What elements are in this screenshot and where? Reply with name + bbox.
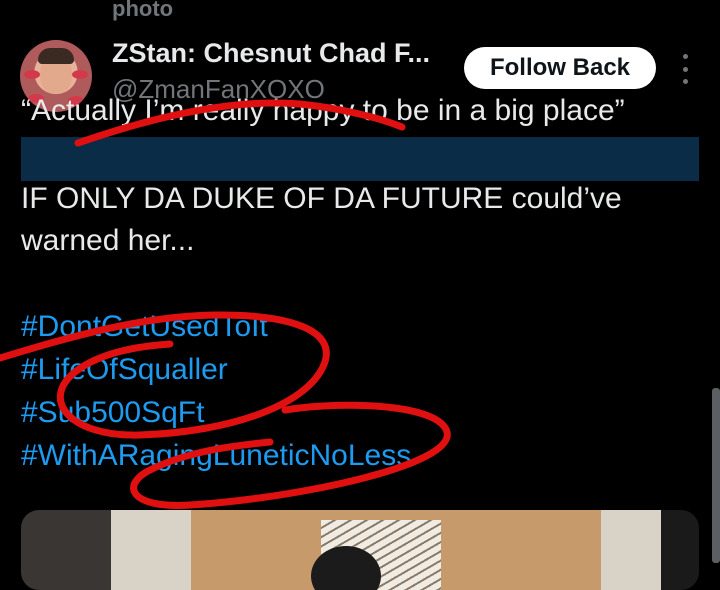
circle-scribble-2 (130, 401, 451, 509)
circle-scribble-1 (0, 311, 330, 439)
red-scribble-annotations (0, 99, 451, 509)
strike-through-scribble (74, 99, 406, 147)
